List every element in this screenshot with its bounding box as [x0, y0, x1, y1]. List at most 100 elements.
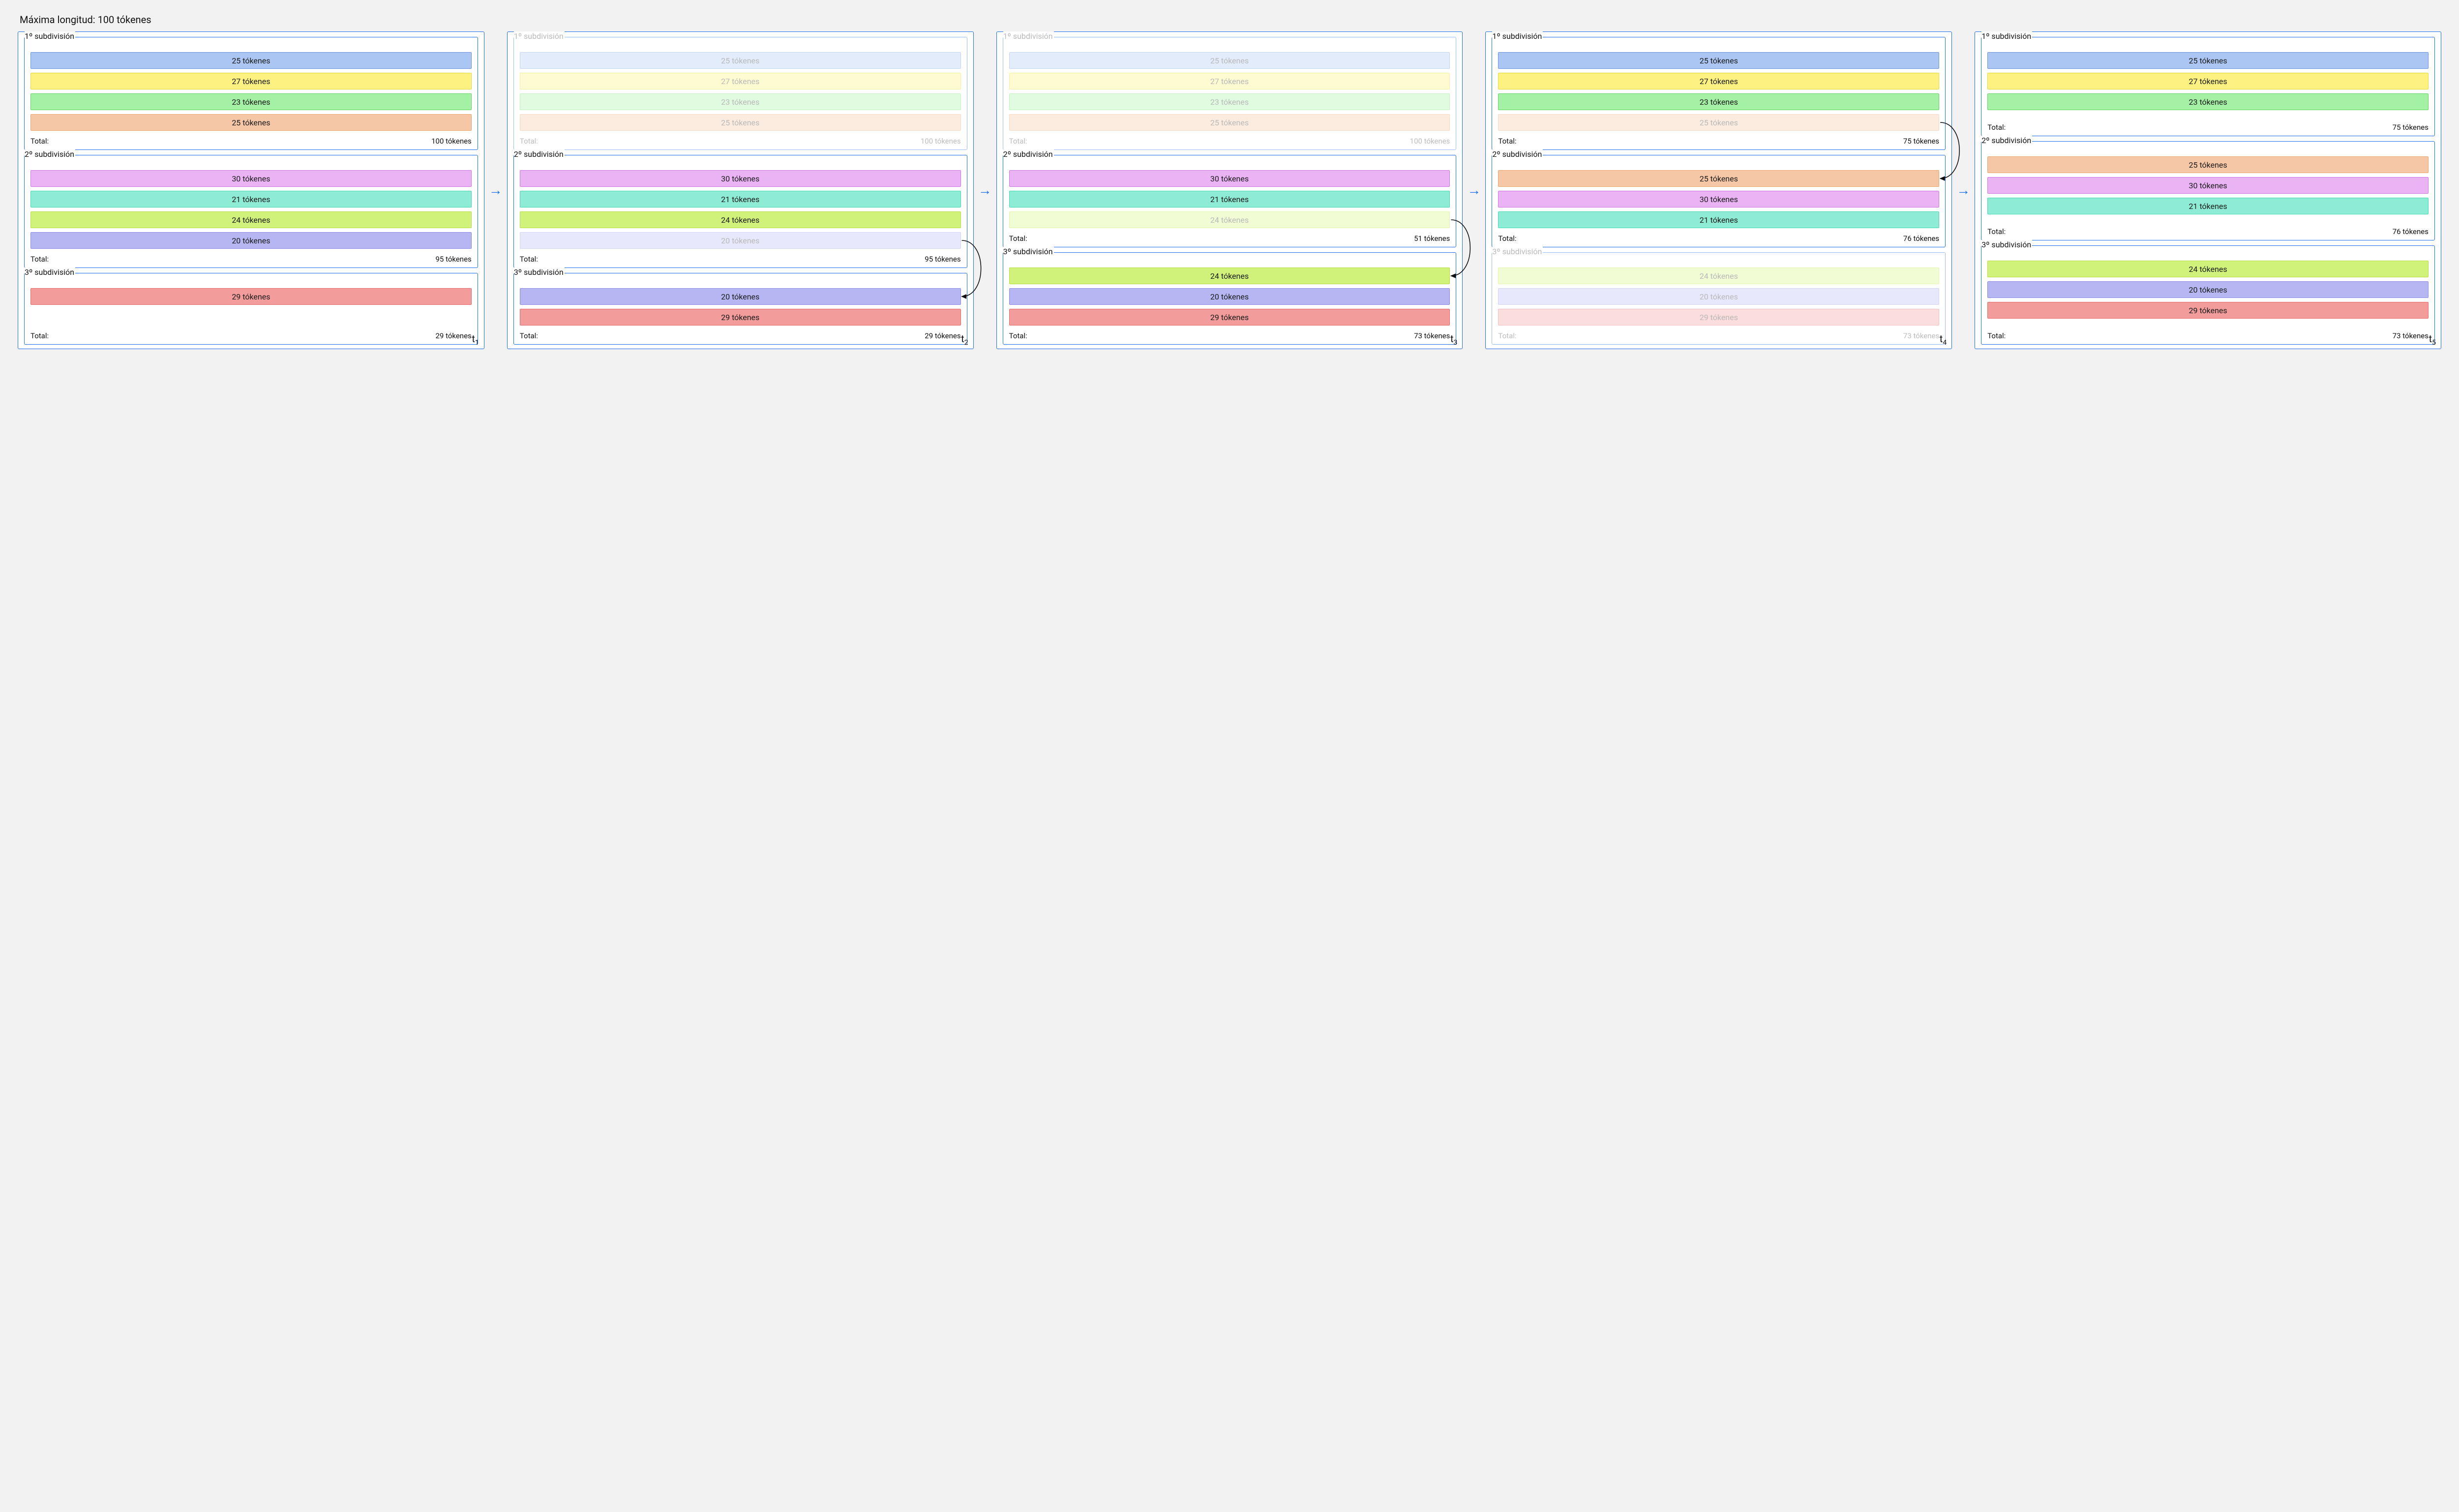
token-chip: 25 tókenes: [1498, 52, 1939, 69]
token-chip: 25 tókenes: [1498, 170, 1939, 187]
token-chip: 27 tókenes: [1498, 73, 1939, 89]
subdivision-total: Total:95 tókenes: [520, 253, 961, 264]
token-list: 30 tókenes21 tókenes24 tókenes20 tókenes: [520, 170, 961, 249]
arrow-right-icon: →: [974, 31, 996, 349]
total-value: 29 tókenes: [436, 331, 472, 340]
subdivision-label: 1º subdivisión: [514, 31, 565, 41]
arrow-right-icon: →: [484, 31, 507, 349]
subdivision-total: Total: 75 tókenes: [1498, 135, 1939, 146]
token-chip: 29 tókenes: [30, 288, 472, 305]
token-list: 30 tókenes 21 tókenes 24 tókenes: [1009, 170, 1450, 228]
total-label: Total:: [1498, 331, 1516, 340]
arrow-right-icon: →: [1952, 31, 1975, 349]
subdivision-total: Total:76 tókenes: [1987, 225, 2429, 236]
subdivision-total: Total:100 tókenes: [30, 135, 472, 146]
total-label: Total:: [30, 331, 49, 340]
total-label: Total:: [1009, 137, 1027, 146]
subdivision-box: 2º subdivisión30 tókenes21 tókenes24 tók…: [1003, 155, 1457, 247]
token-chip: 27 tókenes: [1009, 73, 1450, 89]
total-value: 73 tókenes: [1414, 331, 1450, 340]
token-chip: 20 tókenes: [520, 232, 961, 249]
subdivision-label: 1º subdivisión: [1492, 31, 1543, 41]
token-chip: 30 tókenes: [1987, 177, 2429, 194]
token-chip: 29 tókenes: [520, 309, 961, 326]
token-chip: 24 tókenes: [1009, 211, 1450, 228]
total-label: Total:: [1009, 331, 1027, 340]
subdivision-box: 1º subdivisión25 tókenes27 tókenes23 tók…: [1492, 37, 1946, 150]
subdivision-total: Total: 100 tókenes: [520, 135, 961, 146]
subdivision-total: Total: 73 tókenes: [1009, 329, 1450, 340]
timestep-column: 1º subdivisión25 tókenes27 tókenes23 tók…: [996, 31, 1463, 349]
token-chip: 20 tókenes: [520, 288, 961, 305]
subdivision-label: 3º subdivisión: [1492, 247, 1543, 256]
page-title: Máxima longitud: 100 tókenes: [20, 14, 2441, 26]
total-label: Total:: [30, 255, 49, 264]
token-list: 24 tókenes20 tókenes29 tókenes: [1009, 267, 1450, 326]
token-chip: 25 tókenes: [520, 114, 961, 131]
token-list: 24 tókenes20 tókenes29 tókenes: [1498, 267, 1939, 326]
total-label: Total:: [1498, 234, 1516, 243]
token-chip: 23 tókenes: [30, 93, 472, 110]
subdivision-label: 2º subdivisión: [1003, 149, 1054, 159]
total-value: 73 tókenes: [2393, 331, 2429, 340]
subdivision-label: 3º subdivisión: [25, 267, 75, 277]
subdivision-box: 1º subdivisión25 tókenes27 tókenes23 tók…: [1003, 37, 1457, 150]
total-value: 95 tókenes: [925, 255, 960, 264]
subdivision-total: Total:76 tókenes: [1498, 232, 1939, 243]
token-list: 24 tókenes20 tókenes29 tókenes: [1987, 261, 2429, 326]
token-chip: 30 tókenes: [30, 170, 472, 187]
subdivision-label: 3º subdivisión: [514, 267, 565, 277]
subdivision-total: Total:73 tókenes: [1987, 329, 2429, 340]
token-chip: 24 tókenes: [30, 211, 472, 228]
total-value: 100 tókenes: [921, 137, 961, 146]
total-value: 76 tókenes: [2393, 227, 2429, 236]
subdivision-box: 3º subdivisión24 tókenes20 tókenes29 tók…: [1003, 252, 1457, 345]
token-chip: 21 tókenes: [520, 191, 961, 208]
subdivision-box: 1º subdivisión25 tókenes27 tókenes23 tók…: [1981, 37, 2435, 136]
total-label: Total:: [520, 331, 538, 340]
subdivision-total: Total: 100 tókenes: [1009, 135, 1450, 146]
token-chip: 27 tókenes: [1987, 73, 2429, 89]
token-chip: 20 tókenes: [1987, 281, 2429, 298]
total-value: 75 tókenes: [1903, 137, 1939, 146]
subdivision-total: Total:75 tókenes: [1987, 121, 2429, 132]
subdivision-label: 1º subdivisión: [1981, 31, 2032, 41]
subdivision-box: 3º subdivisión24 tókenes20 tókenes29 tók…: [1492, 252, 1946, 345]
total-label: Total:: [1009, 234, 1027, 243]
token-chip: 30 tókenes: [1498, 191, 1939, 208]
token-chip: 21 tókenes: [1498, 211, 1939, 228]
total-label: Total:: [1498, 137, 1516, 146]
diagram-canvas: 1º subdivisión25 tókenes27 tókenes23 tók…: [18, 31, 2441, 349]
total-value: 100 tókenes: [1410, 137, 1450, 146]
subdivision-box: 2º subdivisión30 tókenes21 tókenes24 tók…: [24, 155, 478, 268]
token-chip: 27 tókenes: [520, 73, 961, 89]
subdivision-total: Total:73 tókenes: [1498, 329, 1939, 340]
subdivision-label: 2º subdivisión: [1492, 149, 1543, 159]
subdivision-label: 2º subdivisión: [514, 149, 565, 159]
token-chip: 25 tókenes: [30, 52, 472, 69]
token-chip: 21 tókenes: [1009, 191, 1450, 208]
total-label: Total:: [520, 137, 538, 146]
token-chip: 25 tókenes: [520, 52, 961, 69]
token-chip: 25 tókenes: [30, 114, 472, 131]
diagram-row: 1º subdivisión25 tókenes27 tókenes23 tók…: [18, 31, 2441, 349]
subdivision-box: 2º subdivisión30 tókenes21 tókenes24 tók…: [513, 155, 967, 268]
token-chip: 21 tókenes: [1987, 198, 2429, 214]
timestep-label: t3: [1450, 333, 1457, 347]
total-label: Total:: [30, 137, 49, 146]
subdivision-label: 1º subdivisión: [1003, 31, 1054, 41]
timestep-column: 1º subdivisión25 tókenes27 tókenes23 tók…: [1485, 31, 1952, 349]
token-chip: 23 tókenes: [1009, 93, 1450, 110]
token-chip: 30 tókenes: [520, 170, 961, 187]
subdivision-box: 2º subdivisión25 tókenes30 tókenes21 tók…: [1981, 141, 2435, 240]
token-list: 25 tókenes27 tókenes23 tókenes: [1987, 52, 2429, 117]
token-chip: 20 tókenes: [1498, 288, 1939, 305]
subdivision-total: Total: 29 tókenes: [520, 329, 961, 340]
token-chip: 30 tókenes: [1009, 170, 1450, 187]
token-list: 25 tókenes27 tókenes23 tókenes25 tókenes: [1498, 52, 1939, 131]
subdivision-label: 2º subdivisión: [25, 149, 75, 159]
total-label: Total:: [1987, 123, 2006, 132]
total-value: 51 tókenes: [1414, 234, 1450, 243]
subdivision-box: 3º subdivisión24 tókenes20 tókenes29 tók…: [1981, 245, 2435, 345]
total-value: 29 tókenes: [925, 331, 960, 340]
